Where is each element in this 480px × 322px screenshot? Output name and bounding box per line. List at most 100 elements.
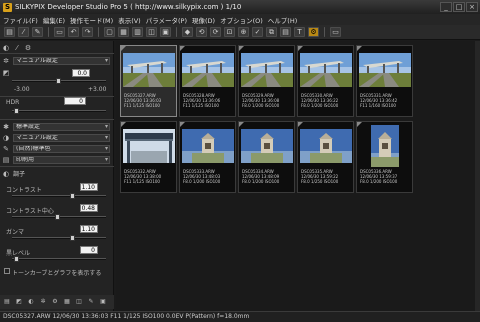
gamma-slider-knob[interactable] — [70, 235, 75, 241]
color-preset-dropdown[interactable]: (自然)標準色 — [13, 144, 110, 153]
pipette-icon[interactable]: ⁄ — [13, 44, 21, 52]
black-level-value[interactable]: 0 — [80, 246, 98, 254]
menu-file[interactable]: ファイル(F) — [3, 15, 38, 25]
fit-icon[interactable]: ⊡ — [224, 27, 235, 37]
thumbnail-item[interactable]: DSC05335.ARW 12/06/30 13:59:22 F8.0 1/25… — [297, 121, 354, 193]
copy-params-icon[interactable]: ⧉ — [266, 27, 277, 37]
thumbnail-item[interactable]: DSC05334.ARW 12/06/30 13:48:09 F8.0 1/20… — [238, 121, 295, 193]
exposure-slider-knob[interactable] — [56, 78, 61, 84]
contrast-slider-track[interactable] — [12, 195, 106, 197]
folder-icon[interactable]: ▭ — [54, 27, 65, 37]
view-single-icon[interactable]: ▢ — [104, 27, 115, 37]
vertical-scrollbar[interactable] — [475, 41, 480, 311]
maximize-icon[interactable]: □ — [453, 2, 465, 12]
menu-operation-mode[interactable]: 操作モード(M) — [70, 15, 113, 25]
sub-tool-9-icon[interactable]: ▣ — [98, 297, 108, 307]
sub-tool-2-icon[interactable]: ◩ — [14, 297, 24, 307]
status-bar: DSC05327.ARW 12/06/30 13:36:03 F11 1/125… — [0, 311, 480, 322]
sub-tool-7-icon[interactable]: ◫ — [74, 297, 84, 307]
exposure-value[interactable]: 0.0 — [72, 68, 90, 77]
print-preset-dropdown[interactable]: 印刷用 — [13, 155, 110, 164]
paste-params-icon[interactable]: ▤ — [280, 27, 291, 37]
undo-icon[interactable]: ↶ — [68, 27, 79, 37]
menu-view[interactable]: 表示(V) — [118, 15, 141, 25]
mark-corner-icon — [180, 122, 185, 127]
view-grid-icon[interactable]: ▦ — [118, 27, 129, 37]
rotate-left-icon[interactable]: ⟲ — [196, 27, 207, 37]
tone-curve-checkbox[interactable] — [4, 268, 10, 274]
thumbnail-caption: DSC05331.ARW 12/06/30 13:36:42 F11 1/160… — [360, 93, 398, 108]
dropper-icon[interactable]: ⁄ — [18, 27, 29, 37]
thumbnail-item[interactable]: DSC05329.ARW 12/06/30 13:36:08 F8.0 1/20… — [238, 45, 295, 117]
gamma-slider-track[interactable] — [12, 237, 106, 239]
thumbnail-image — [359, 53, 411, 87]
thumbnail-caption: DSC05335.ARW 12/06/30 13:59:22 F8.0 1/25… — [301, 169, 339, 184]
black-level-slider-track[interactable] — [12, 258, 106, 260]
sub-tool-1-icon[interactable]: ▤ — [2, 297, 12, 307]
thumbnail-item[interactable]: DSC05336.ARW 12/06/30 13:59:37 F8.0 1/20… — [356, 121, 413, 193]
mark-corner-icon — [239, 122, 244, 127]
hdr-slider-track[interactable] — [12, 110, 106, 112]
contrast-slider-knob[interactable] — [70, 193, 75, 199]
thumbnail-item[interactable]: DSC05327.ARW 12/06/30 13:36:03 F11 1/125… — [120, 45, 177, 117]
menu-parameter[interactable]: パラメータ(P) — [146, 15, 187, 25]
thumbnail-image — [300, 129, 352, 163]
thumbnail-item[interactable]: DSC05330.ARW 12/06/30 13:36:22 F8.0 1/20… — [297, 45, 354, 117]
menu-bar: ファイル(F) 編集(E) 操作モード(M) 表示(V) パラメータ(P) 現像… — [0, 14, 480, 25]
close-icon[interactable]: × — [466, 2, 478, 12]
standard-preset-dropdown[interactable]: 標準設定 — [13, 122, 110, 131]
thumbnail-item[interactable]: DSC05333.ARW 12/06/30 13:48:03 F8.0 1/20… — [179, 121, 236, 193]
thumbnail-caption: DSC05327.ARW 12/06/30 13:36:03 F11 1/125… — [124, 93, 162, 108]
check-icon[interactable]: ✓ — [252, 27, 263, 37]
view-thumbs-icon[interactable]: ▥ — [132, 27, 143, 37]
sub-tool-8-icon[interactable]: ✎ — [86, 297, 96, 307]
zoom-icon[interactable]: ⊕ — [238, 27, 249, 37]
mark-corner-icon — [357, 122, 362, 127]
black-level-slider-knob[interactable] — [14, 256, 19, 262]
toolbar-divider — [176, 27, 177, 37]
sun-icon: ✲ — [3, 56, 9, 65]
contrast-center-slider-knob[interactable] — [55, 214, 60, 220]
thumbnail-image — [241, 129, 293, 163]
develop-icon[interactable]: T — [294, 27, 305, 37]
view-full-icon[interactable]: ▣ — [160, 27, 171, 37]
marker-icon[interactable]: ◆ — [182, 27, 193, 37]
gamma-value[interactable]: 1.10 — [80, 225, 98, 233]
contrast-value[interactable]: 1.10 — [80, 183, 98, 191]
redo-icon[interactable]: ↷ — [82, 27, 93, 37]
menu-develop[interactable]: 現像(D) — [192, 15, 215, 25]
thumbnail-item[interactable]: DSC05331.ARW 12/06/30 13:36:42 F11 1/160… — [356, 45, 413, 117]
thumbnail-caption: DSC05336.ARW 12/06/30 13:59:37 F8.0 1/20… — [360, 169, 398, 184]
app-window: S SILKYPIX Developer Studio Pro 5 ( http… — [0, 0, 480, 322]
wb-icon[interactable]: ◐ — [2, 44, 10, 52]
monitor-icon[interactable]: ▭ — [330, 27, 341, 37]
star-icon: ✱ — [3, 122, 9, 131]
panel-header-row: ◐ ⁄ ⚙ — [2, 43, 110, 52]
thumbnail-caption: DSC05330.ARW 12/06/30 13:36:22 F8.0 1/20… — [301, 93, 339, 108]
menu-options[interactable]: オプション(O) — [220, 15, 263, 25]
view-compare-icon[interactable]: ◫ — [146, 27, 157, 37]
hdr-slider-knob[interactable] — [14, 108, 19, 114]
contrast-center-value[interactable]: 0.48 — [80, 204, 98, 212]
sub-tool-6-icon[interactable]: ▦ — [62, 297, 72, 307]
sub-tool-5-icon[interactable]: ⚙ — [50, 297, 60, 307]
hdr-value[interactable]: 0 — [64, 97, 86, 105]
mark-corner-icon — [298, 46, 303, 51]
folder-open-icon[interactable]: ▤ — [4, 27, 15, 37]
brush-icon[interactable]: ✎ — [32, 27, 43, 37]
menu-edit[interactable]: 編集(E) — [43, 15, 65, 25]
batch-develop-icon[interactable]: ⚙ — [308, 27, 319, 37]
sub-tool-4-icon[interactable]: ✲ — [38, 297, 48, 307]
exposure-min-label: -3.00 — [14, 86, 30, 93]
manual-preset-dropdown[interactable]: マニュアル設定 — [13, 133, 110, 142]
sub-tool-3-icon[interactable]: ◐ — [26, 297, 36, 307]
menu-help[interactable]: ヘルプ(H) — [268, 15, 297, 25]
rotate-right-icon[interactable]: ⟳ — [210, 27, 221, 37]
thumbnail-item[interactable]: DSC05328.ARW 12/06/30 13:36:06 F11 1/125… — [179, 45, 236, 117]
gear-icon[interactable]: ⚙ — [24, 44, 32, 52]
thumbnail-caption: DSC05332.ARW 12/06/30 13:38:00 F11 1/125… — [124, 169, 162, 184]
exposure-preset-dropdown[interactable]: マニュアル設定 — [13, 56, 110, 65]
thumbnail-item[interactable]: DSC05332.ARW 12/06/30 13:38:00 F11 1/125… — [120, 121, 177, 193]
tone-tab[interactable]: 調子 — [13, 169, 25, 178]
minimize-icon[interactable]: _ — [440, 2, 452, 12]
